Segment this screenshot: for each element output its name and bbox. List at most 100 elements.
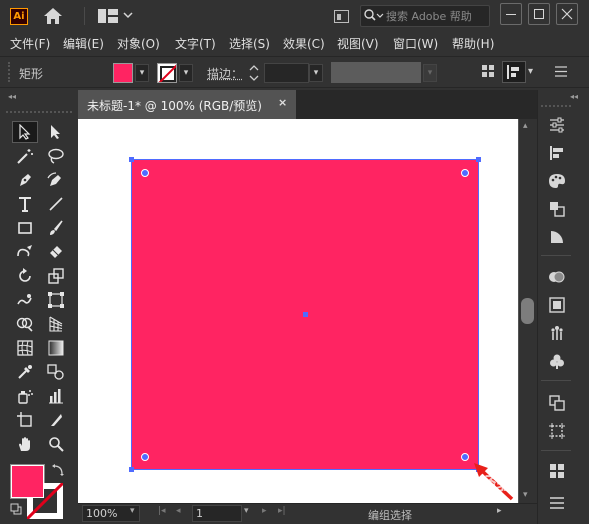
- profile-dropdown-icon[interactable]: ▾: [423, 64, 437, 82]
- rectangle-tool-icon[interactable]: [12, 217, 38, 239]
- variable-width-profile[interactable]: [331, 62, 421, 83]
- control-bar-grip[interactable]: [8, 62, 10, 82]
- align-to-selection-button[interactable]: [502, 61, 526, 83]
- swap-fill-stroke-icon[interactable]: [52, 464, 64, 479]
- libraries-icon[interactable]: [546, 460, 568, 482]
- last-artboard-icon[interactable]: ▸|: [278, 506, 286, 516]
- status-menu-arrow[interactable]: ▸: [497, 506, 502, 516]
- first-artboard-icon[interactable]: |◂: [158, 506, 166, 516]
- maximize-button[interactable]: [528, 3, 550, 25]
- shape-builder-icon[interactable]: [12, 313, 38, 335]
- expand-panels-icon[interactable]: ◂◂: [570, 92, 578, 101]
- artboards-icon[interactable]: [546, 420, 568, 442]
- artboard-number-field[interactable]: 1: [192, 505, 242, 522]
- appearance-icon[interactable]: [546, 294, 568, 316]
- default-fill-stroke-icon[interactable]: [10, 503, 22, 518]
- panel-menu-icon[interactable]: [546, 492, 568, 514]
- corner-widget-bottom-left[interactable]: [141, 453, 149, 461]
- line-tool-icon[interactable]: [43, 193, 69, 215]
- artboard-tool-icon[interactable]: [12, 409, 38, 431]
- stroke-weight-field[interactable]: [264, 63, 309, 83]
- perspective-grid-icon[interactable]: [43, 313, 69, 335]
- hand-tool-icon[interactable]: [12, 433, 38, 455]
- next-artboard-icon[interactable]: ▸: [262, 506, 267, 516]
- eraser-icon[interactable]: [43, 241, 69, 263]
- home-icon[interactable]: [43, 7, 63, 28]
- gradient-icon[interactable]: [43, 337, 69, 359]
- menu-select[interactable]: 选择(S): [229, 35, 270, 52]
- collapse-tools-icon[interactable]: ◂◂: [8, 92, 16, 101]
- type-tool-icon[interactable]: [12, 193, 38, 215]
- menu-window[interactable]: 窗口(W): [393, 35, 438, 52]
- minimize-button[interactable]: [500, 3, 522, 25]
- selection-tool-icon[interactable]: [12, 121, 38, 143]
- magic-wand-icon[interactable]: [12, 145, 38, 167]
- fill-dropdown-icon[interactable]: ▾: [135, 64, 149, 82]
- zoom-icon[interactable]: [43, 433, 69, 455]
- align-icon[interactable]: [546, 142, 568, 164]
- close-window-button[interactable]: [556, 3, 578, 25]
- canvas-area[interactable]: [78, 119, 519, 503]
- rotate-icon[interactable]: [12, 265, 38, 287]
- stroke-label[interactable]: 描边：: [207, 65, 243, 82]
- handle-bottom-left[interactable]: [129, 467, 134, 472]
- shaper-tool-icon[interactable]: [12, 241, 38, 263]
- corner-widget-top-left[interactable]: [141, 169, 149, 177]
- stroke-weight-stepper[interactable]: [248, 63, 260, 83]
- properties-icon[interactable]: [546, 114, 568, 136]
- previous-artboard-icon[interactable]: ◂: [176, 506, 181, 516]
- menu-view[interactable]: 视图(V): [337, 35, 379, 52]
- artboard-dropdown-icon[interactable]: ▾: [244, 506, 249, 516]
- direct-selection-tool-icon[interactable]: [43, 121, 69, 143]
- vertical-scroll-thumb[interactable]: [521, 298, 534, 324]
- scroll-down-arrow[interactable]: ▾: [523, 490, 528, 500]
- column-graph-icon[interactable]: [43, 385, 69, 407]
- corner-widget-top-right[interactable]: [461, 169, 469, 177]
- pen-tool-icon[interactable]: [12, 169, 38, 191]
- curvature-tool-icon[interactable]: [43, 169, 69, 191]
- scroll-up-arrow[interactable]: ▴: [523, 121, 528, 131]
- gradient-panel-icon[interactable]: [546, 226, 568, 248]
- handle-top-left[interactable]: [129, 157, 134, 162]
- brushes-icon[interactable]: [546, 350, 568, 372]
- menu-edit[interactable]: 编辑(E): [63, 35, 104, 52]
- search-placeholder: 搜索 Adobe 帮助: [386, 10, 472, 23]
- menu-object[interactable]: 对象(O): [117, 35, 160, 52]
- stroke-weight-dropdown-icon[interactable]: ▾: [309, 64, 323, 82]
- workspace-switcher-icon[interactable]: [98, 9, 134, 26]
- mesh-icon[interactable]: [12, 337, 38, 359]
- transform-icon[interactable]: [546, 198, 568, 220]
- fill-swatch-front[interactable]: [11, 465, 44, 498]
- menu-file[interactable]: 文件(F): [10, 35, 50, 52]
- warp-icon[interactable]: [12, 289, 38, 311]
- align-grid-icon[interactable]: [482, 65, 494, 80]
- eyedropper-icon[interactable]: [12, 361, 38, 383]
- close-tab-icon[interactable]: ×: [278, 96, 287, 109]
- center-point[interactable]: [303, 312, 308, 317]
- scale-icon[interactable]: [43, 265, 69, 287]
- menu-effect[interactable]: 效果(C): [283, 35, 325, 52]
- blend-icon[interactable]: [43, 361, 69, 383]
- zoom-dropdown-icon[interactable]: ▾: [130, 506, 135, 516]
- stroke-color-swatch[interactable]: [157, 63, 177, 83]
- symbol-sprayer-icon[interactable]: [12, 385, 38, 407]
- slice-icon[interactable]: [43, 409, 69, 431]
- watermark-logo: Bai 经验: [440, 474, 515, 495]
- panel-grip[interactable]: [541, 105, 571, 107]
- transparency-icon[interactable]: [546, 266, 568, 288]
- symbols-icon[interactable]: [546, 322, 568, 344]
- arrange-documents-icon[interactable]: [334, 10, 349, 26]
- free-transform-icon[interactable]: [43, 289, 69, 311]
- control-menu-icon[interactable]: [555, 66, 567, 80]
- handle-top-right[interactable]: [476, 157, 481, 162]
- menu-help[interactable]: 帮助(H): [452, 35, 494, 52]
- layers-icon[interactable]: [546, 392, 568, 414]
- fill-color-swatch[interactable]: [113, 63, 133, 83]
- stroke-dropdown-icon[interactable]: ▾: [179, 64, 193, 82]
- lasso-icon[interactable]: [43, 145, 69, 167]
- color-palette-icon[interactable]: [546, 170, 568, 192]
- menu-type[interactable]: 文字(T): [175, 35, 216, 52]
- align-dropdown-icon[interactable]: ▾: [528, 66, 533, 77]
- paintbrush-icon[interactable]: [43, 217, 69, 239]
- tools-grip[interactable]: [6, 111, 72, 113]
